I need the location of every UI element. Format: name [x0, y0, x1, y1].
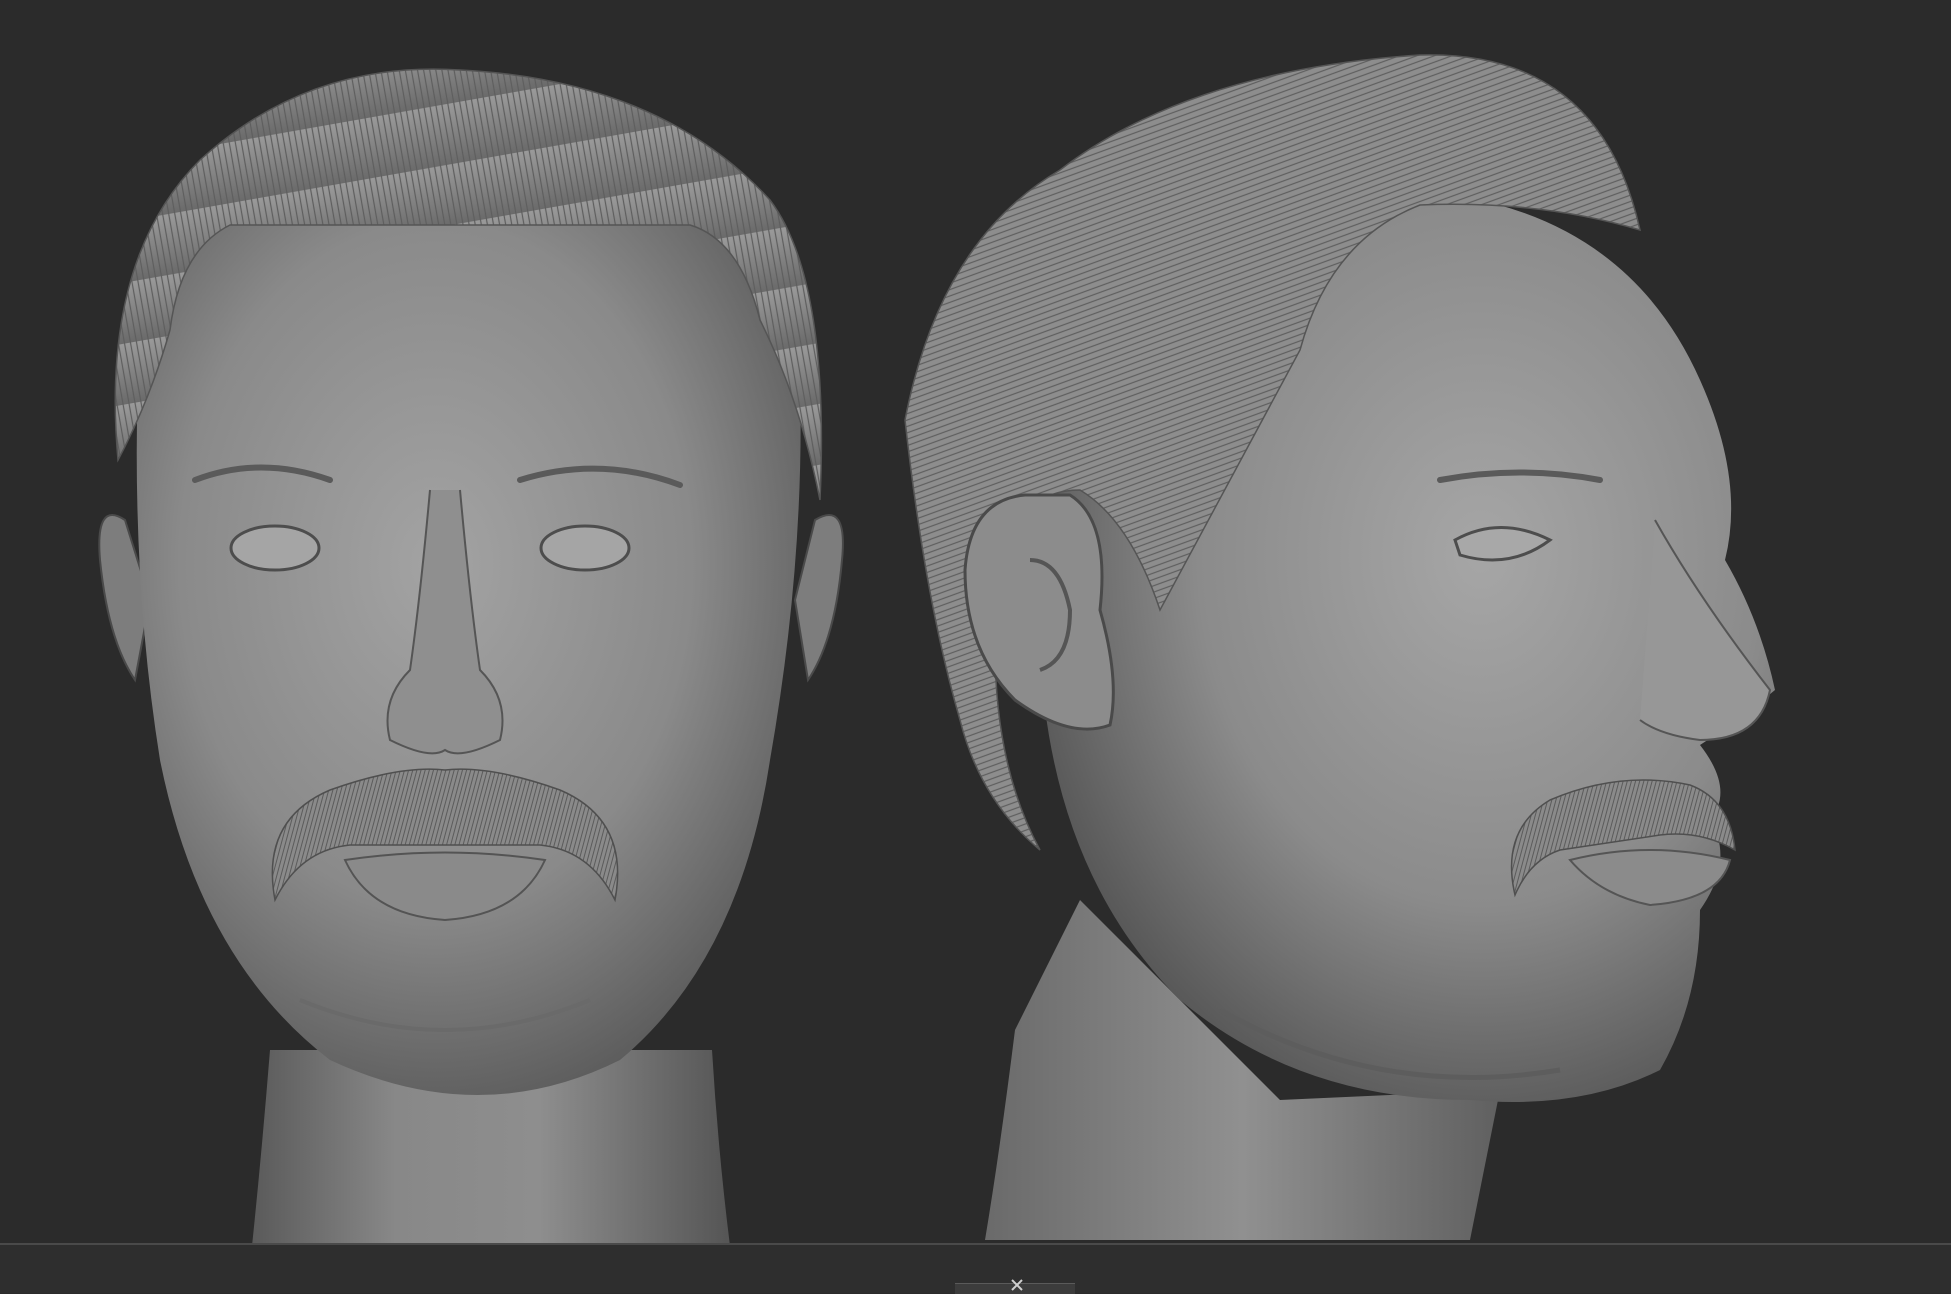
front-head-model[interactable]: [98, 68, 844, 1246]
side-head-model[interactable]: [904, 54, 1775, 1240]
front-right-ear: [793, 514, 844, 683]
front-left-eye: [229, 524, 321, 572]
navigation-gizmo-icon[interactable]: [1010, 1278, 1024, 1292]
sculpt-viewport[interactable]: [0, 0, 1951, 1294]
viewport-canvas[interactable]: [0, 0, 1951, 1293]
front-right-eye: [539, 524, 631, 572]
